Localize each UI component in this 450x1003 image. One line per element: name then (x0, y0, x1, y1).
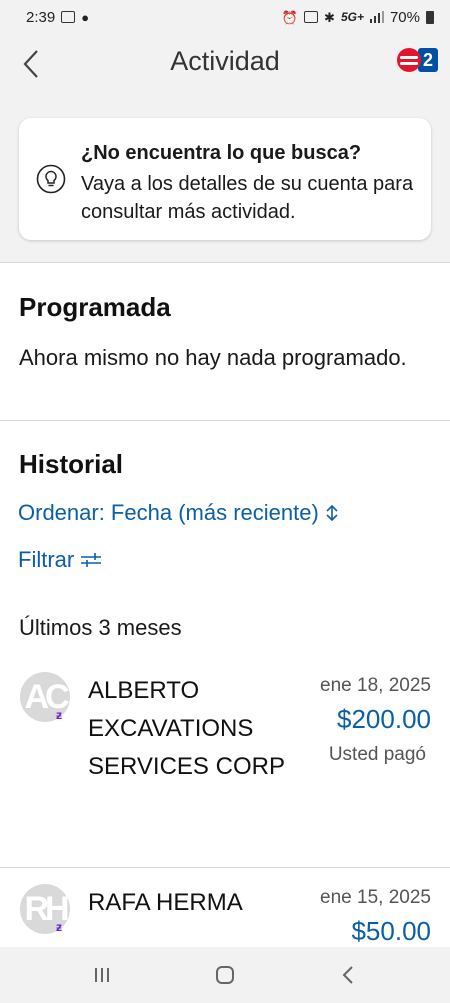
sort-button[interactable]: Ordenar: Fecha (más reciente) (18, 500, 339, 526)
scheduled-section-title: Programada (19, 292, 171, 322)
brand-logo[interactable]: 2 (397, 48, 438, 72)
transaction-date: ene 15, 2025 (320, 887, 431, 908)
home-icon (215, 966, 234, 984)
tip-area: ¿No encuentra lo que busca? Vaya a los d… (0, 94, 450, 263)
app-bar: Actividad 2 (0, 34, 450, 94)
transaction-name: ALBERTO EXCAVATIONS SERVICES CORP (88, 677, 285, 780)
status-time: 2:39 (26, 8, 56, 26)
nfc-icon (304, 11, 319, 23)
tip-body: Vaya a los detalles de su cuenta para co… (81, 173, 414, 223)
page-title: Actividad (170, 46, 280, 76)
battery-icon (426, 10, 434, 24)
transaction-amount: $50.00 (351, 916, 431, 946)
filter-button[interactable]: Filtrar (18, 547, 102, 573)
tip-card[interactable]: ¿No encuentra lo que busca? Vaya a los d… (19, 118, 431, 240)
divider (0, 867, 450, 868)
back-arrow-icon (342, 966, 354, 984)
gallery-notification-icon (61, 11, 76, 23)
system-nav-bar (0, 947, 450, 1003)
bluetooth-icon: ✱ (324, 9, 335, 25)
sort-arrows-icon (326, 504, 338, 522)
zelle-icon: ƶ (56, 708, 62, 722)
avatar: RH (20, 884, 70, 934)
transaction-date: ene 18, 2025 (320, 675, 431, 696)
message-notification-icon: ● (81, 9, 90, 25)
history-section-title: Historial (19, 449, 124, 479)
transaction-name: RAFA HERMA (88, 889, 243, 916)
filter-sliders-icon (81, 553, 102, 567)
scheduled-empty-text: Ahora mismo no hay nada programado. (19, 345, 407, 370)
sort-label: Ordenar: Fecha (más reciente) (18, 500, 319, 525)
transaction-amount: $200.00 (337, 704, 431, 734)
system-back-button[interactable] (318, 955, 378, 995)
recent-apps-icon (94, 968, 109, 982)
signal-icon (369, 11, 384, 23)
lightbulb-icon (36, 164, 66, 194)
avatar: AC (20, 672, 70, 722)
recent-apps-button[interactable] (72, 955, 132, 995)
home-button[interactable] (195, 955, 255, 995)
battery-percent: 70% (389, 8, 420, 26)
network-type: 5G+ (340, 10, 364, 24)
period-label: Últimos 3 meses (19, 615, 182, 640)
transaction-status: Usted pagó (328, 744, 426, 765)
tip-title: ¿No encuentra lo que busca? (81, 142, 362, 164)
alarm-icon: ⏰ (281, 9, 299, 25)
brand-badge: 2 (418, 48, 438, 72)
divider (0, 420, 450, 421)
bank-logo-icon (397, 48, 421, 72)
zelle-icon: ƶ (56, 920, 62, 934)
filter-label: Filtrar (18, 547, 75, 572)
status-bar: 2:39 ● ⏰ ✱ 5G+ 70% (0, 0, 450, 34)
transaction-row[interactable]: RH ƶ RAFA HERMA ene 15, 2025 $50.00 (0, 876, 450, 947)
transaction-row[interactable]: AC ƶ ALBERTO EXCAVATIONS SERVICES CORP e… (0, 668, 450, 868)
